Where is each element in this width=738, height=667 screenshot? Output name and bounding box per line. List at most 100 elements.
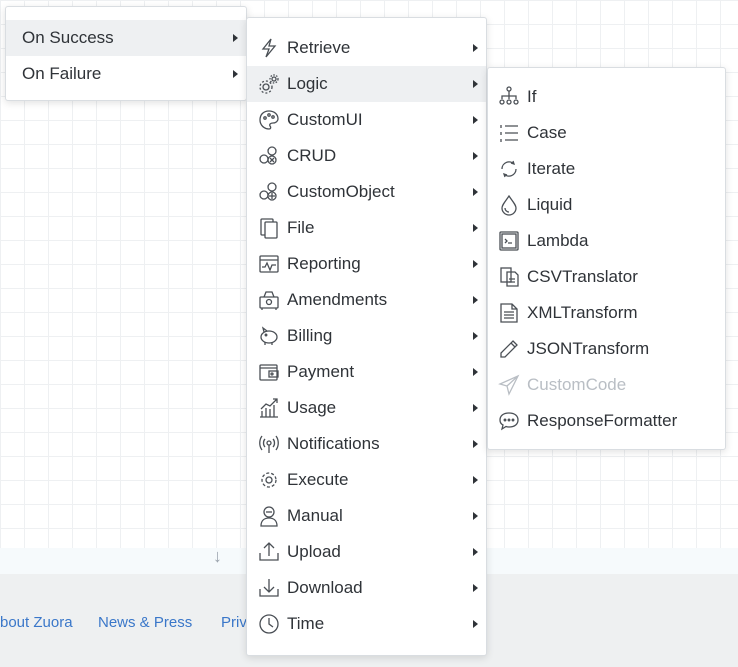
submenu-caret-icon: [473, 116, 478, 124]
menu-item-label: On Success: [22, 28, 114, 47]
submenu-caret-icon: [473, 476, 478, 484]
menu-item-payment[interactable]: Payment: [247, 354, 486, 390]
submenu-caret-icon: [473, 368, 478, 376]
submenu-caret-icon: [233, 34, 238, 42]
menu-item-time[interactable]: Time: [247, 606, 486, 642]
menu-item-label: Notifications: [287, 434, 380, 453]
menu-item-label: CustomObject: [287, 182, 395, 201]
download-icon: [257, 576, 281, 600]
crud-icon: [257, 144, 281, 168]
menu-item-on-success[interactable]: On Success: [6, 20, 246, 56]
gear-icon: [257, 468, 281, 492]
submenu-caret-icon: [473, 404, 478, 412]
context-menu-events: On Success On Failure: [5, 6, 247, 101]
menu-item-responseformatter[interactable]: ResponseFormatter: [488, 403, 725, 439]
menu-item-label: Lambda: [527, 231, 589, 250]
terminal-icon: [497, 229, 521, 253]
submenu-caret-icon: [473, 188, 478, 196]
menu-item-usage[interactable]: Usage: [247, 390, 486, 426]
person-icon: [257, 504, 281, 528]
menu-item-label: Iterate: [527, 159, 576, 178]
submenu-caret-icon: [473, 440, 478, 448]
usage-chart-icon: [257, 396, 281, 420]
submenu-caret-icon: [473, 224, 478, 232]
submenu-caret-icon: [473, 620, 478, 628]
menu-item-liquid[interactable]: Liquid: [488, 187, 725, 223]
menu-item-label: Payment: [287, 362, 355, 381]
menu-item-customobject[interactable]: CustomObject: [247, 174, 486, 210]
menu-item-label: Download: [287, 578, 363, 597]
loop-icon: [497, 157, 521, 181]
chat-icon: [497, 409, 521, 433]
menu-item-label: Logic: [287, 74, 328, 93]
menu-item-iterate[interactable]: Iterate: [488, 151, 725, 187]
menu-item-crud[interactable]: CRUD: [247, 138, 486, 174]
menu-item-label: Amendments: [287, 290, 388, 309]
menu-item-if[interactable]: If: [488, 79, 725, 115]
menu-item-case[interactable]: Case: [488, 115, 725, 151]
submenu-caret-icon: [473, 296, 478, 304]
branch-icon: [497, 85, 521, 109]
menu-item-lambda[interactable]: Lambda: [488, 223, 725, 259]
menu-item-label: File: [287, 218, 315, 237]
menu-item-label: CRUD: [287, 146, 337, 165]
menu-item-label: CustomCode: [527, 375, 627, 394]
footer-link-news[interactable]: News & Press: [98, 614, 192, 631]
menu-item-label: If: [527, 87, 537, 106]
menu-item-amendments[interactable]: Amendments: [247, 282, 486, 318]
arrow-down-icon[interactable]: ↓: [213, 546, 222, 567]
menu-item-notifications[interactable]: Notifications: [247, 426, 486, 462]
menu-item-label: Upload: [287, 542, 341, 561]
menu-item-label: Time: [287, 614, 325, 633]
menu-item-manual[interactable]: Manual: [247, 498, 486, 534]
reporting-icon: [257, 252, 281, 276]
submenu-caret-icon: [473, 260, 478, 268]
drop-icon: [497, 193, 521, 217]
menu-item-xmltransform[interactable]: XMLTransform: [488, 295, 725, 331]
csv-icon: [497, 265, 521, 289]
menu-item-reporting[interactable]: Reporting: [247, 246, 486, 282]
amendments-icon: [257, 288, 281, 312]
menu-item-label: Usage: [287, 398, 337, 417]
pencil-icon: [497, 337, 521, 361]
menu-item-upload[interactable]: Upload: [247, 534, 486, 570]
gears-icon: [257, 72, 281, 96]
lightning-icon: [257, 36, 281, 60]
submenu-caret-icon: [473, 512, 478, 520]
submenu-caret-icon: [473, 548, 478, 556]
footer-link-about[interactable]: bout Zuora: [0, 614, 73, 631]
piggy-bank-icon: [257, 324, 281, 348]
menu-item-retrieve[interactable]: Retrieve: [247, 30, 486, 66]
menu-item-file[interactable]: File: [247, 210, 486, 246]
document-icon: [497, 301, 521, 325]
menu-item-execute[interactable]: Execute: [247, 462, 486, 498]
menu-item-label: Execute: [287, 470, 349, 489]
menu-item-csvtranslator[interactable]: CSVTranslator: [488, 259, 725, 295]
submenu-caret-icon: [473, 584, 478, 592]
broadcast-icon: [257, 432, 281, 456]
menu-item-label: CSVTranslator: [527, 267, 638, 286]
clock-icon: [257, 612, 281, 636]
menu-item-label: CustomUI: [287, 110, 363, 129]
list-icon: [497, 121, 521, 145]
footer-link-privacy[interactable]: Priv: [221, 614, 247, 631]
menu-item-download[interactable]: Download: [247, 570, 486, 606]
menu-item-label: Manual: [287, 506, 343, 525]
menu-item-label: ResponseFormatter: [527, 411, 678, 430]
menu-item-jsontransform[interactable]: JSONTransform: [488, 331, 725, 367]
submenu-caret-icon: [473, 152, 478, 160]
menu-item-billing[interactable]: Billing: [247, 318, 486, 354]
wallet-icon: [257, 360, 281, 384]
upload-icon: [257, 540, 281, 564]
context-menu-tasks: Retrieve Logic CustomUI CRUD CustomObjec…: [246, 17, 487, 656]
palette-icon: [257, 108, 281, 132]
file-icon: [257, 216, 281, 240]
menu-item-logic[interactable]: Logic: [247, 66, 486, 102]
menu-item-label: XMLTransform: [527, 303, 638, 322]
context-menu-logic: If Case Iterate Liquid Lambda CSVTransla…: [487, 67, 726, 450]
submenu-caret-icon: [233, 70, 238, 78]
menu-item-on-failure[interactable]: On Failure: [6, 56, 246, 92]
menu-item-label: Reporting: [287, 254, 361, 273]
send-icon: [497, 373, 521, 397]
menu-item-customui[interactable]: CustomUI: [247, 102, 486, 138]
